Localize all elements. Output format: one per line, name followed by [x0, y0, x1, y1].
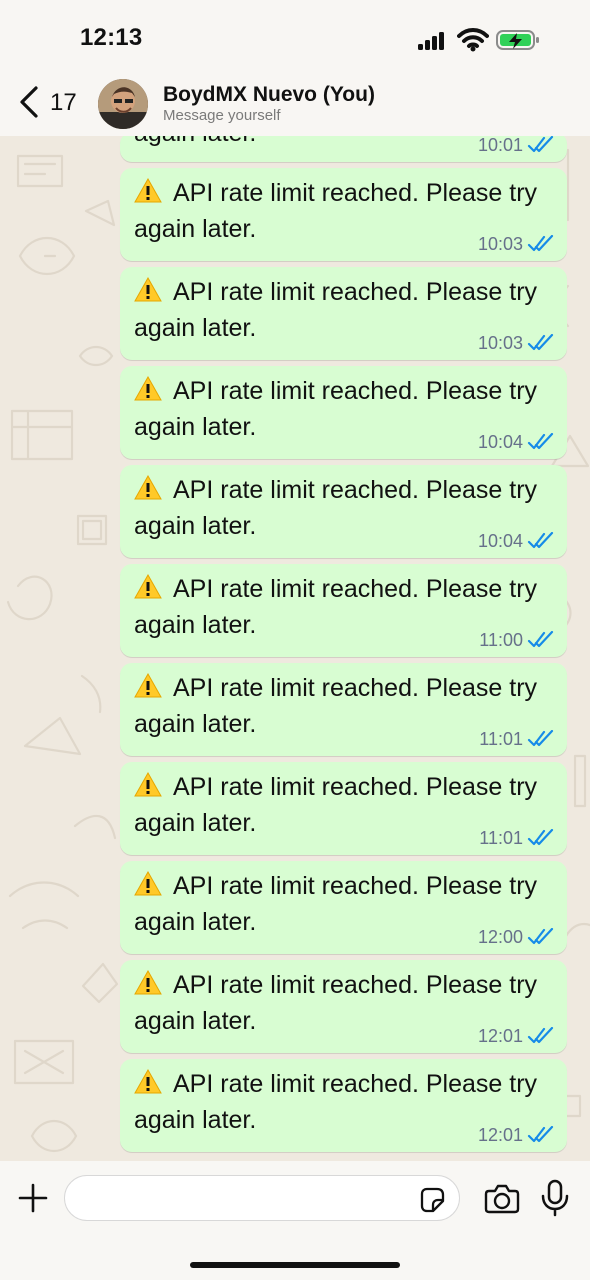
message-time: 11:00 [479, 629, 523, 650]
read-receipt-icon [527, 829, 554, 846]
status-time: 12:13 [80, 24, 143, 51]
read-receipt-icon [527, 928, 554, 945]
message-text-line-2: again later. [134, 611, 257, 639]
sticker-icon[interactable] [418, 1186, 446, 1214]
message-time: 10:01 [477, 136, 523, 155]
message-meta: 10:03 [478, 234, 555, 254]
microphone-icon[interactable] [540, 1179, 570, 1217]
back-chevron-icon[interactable] [14, 84, 44, 120]
message-bubble[interactable]: API rate limit reached. Please try again … [120, 366, 567, 459]
message-bubble[interactable]: API rate limit reached. Please try again … [120, 564, 567, 657]
battery-charging-icon [496, 30, 539, 50]
warning-icon [134, 178, 162, 203]
message-meta: 11:01 [479, 828, 555, 848]
message-time: 11:01 [479, 728, 523, 749]
message-meta: 10:04 [478, 531, 555, 551]
message-meta: 12:01 [478, 1026, 555, 1046]
message-bubble[interactable]: API rate limit reached. Please try again … [120, 663, 567, 756]
chat-area[interactable]: again later. 10:01 API rate limit reache… [0, 136, 590, 1161]
message-text-line-2: again later. [134, 908, 257, 936]
message-time: 10:04 [477, 431, 523, 452]
message-text-line-2: again later. [134, 512, 257, 540]
read-receipt-icon [527, 136, 554, 153]
message-time: 12:00 [477, 926, 523, 947]
message-text-line-2: again later. [134, 413, 257, 441]
read-receipt-icon [527, 235, 554, 252]
read-receipt-icon [527, 1027, 554, 1044]
message-bubble[interactable]: API rate limit reached. Please try again … [120, 960, 567, 1053]
home-indicator [190, 1262, 400, 1268]
message-meta: 11:01 [479, 729, 555, 749]
message-text-line-2: again later. [134, 215, 257, 243]
message-time: 10:03 [477, 332, 523, 353]
warning-icon [134, 475, 162, 500]
back-unread-count[interactable]: 17 [50, 89, 77, 117]
plus-icon[interactable] [18, 1183, 48, 1213]
camera-icon[interactable] [484, 1182, 520, 1214]
warning-icon [134, 673, 162, 698]
message-time: 12:01 [477, 1025, 523, 1046]
warning-icon [134, 970, 162, 995]
message-text-line-2: again later. [134, 710, 257, 738]
message-text-line-1: API rate limit reached. Please try [173, 1070, 538, 1098]
message-bubble[interactable]: API rate limit reached. Please try again … [120, 861, 567, 954]
message-text-line-1: API rate limit reached. Please try [173, 377, 538, 405]
message-text-line-1: API rate limit reached. Please try [173, 971, 538, 999]
message-text-line-2: again later. [134, 1007, 257, 1035]
message-meta: 12:01 [478, 1125, 555, 1145]
warning-icon [134, 1069, 162, 1094]
message-bubble[interactable]: API rate limit reached. Please try again … [120, 762, 567, 855]
message-text-line-2: again later. [134, 314, 257, 342]
warning-icon [134, 277, 162, 302]
read-receipt-icon [527, 1126, 554, 1143]
message-bubble-partial[interactable]: again later. 10:01 [120, 136, 567, 162]
message-text-line-1: API rate limit reached. Please try [173, 278, 538, 306]
top-bar: 12:13 17 BoydMX Nuevo (You) Message your… [0, 0, 590, 136]
message-meta: 10:03 [478, 333, 555, 353]
message-text-line-1: API rate limit reached. Please try [173, 179, 538, 207]
message-input[interactable] [64, 1175, 460, 1221]
read-receipt-icon [527, 631, 554, 648]
message-text-line-1: API rate limit reached. Please try [173, 773, 538, 801]
message-meta: 11:00 [479, 630, 555, 650]
read-receipt-icon [527, 433, 554, 450]
read-receipt-icon [527, 334, 554, 351]
message-time: 11:01 [479, 827, 523, 848]
message-text-line-1: API rate limit reached. Please try [173, 674, 538, 702]
message-bubble[interactable]: API rate limit reached. Please try again … [120, 1059, 567, 1152]
contact-subtitle: Message yourself [163, 107, 281, 124]
message-time: 10:03 [477, 233, 523, 254]
warning-icon [134, 376, 162, 401]
read-receipt-icon [527, 730, 554, 747]
message-text-line-1: API rate limit reached. Please try [173, 872, 538, 900]
message-text-line-1: API rate limit reached. Please try [173, 476, 538, 504]
message-meta: 10:04 [478, 432, 555, 452]
warning-icon [134, 871, 162, 896]
message-text-line-2: again later. [134, 809, 257, 837]
warning-icon [134, 772, 162, 797]
contact-name[interactable]: BoydMX Nuevo (You) [163, 83, 375, 107]
message-text-line-2: again later. [134, 1106, 257, 1134]
contact-avatar[interactable] [98, 79, 148, 129]
signal-icon [418, 30, 448, 50]
message-time: 10:04 [477, 530, 523, 551]
warning-icon [134, 574, 162, 599]
wifi-icon [457, 28, 489, 52]
message-text-line-1: API rate limit reached. Please try [173, 575, 538, 603]
message-bubble[interactable]: API rate limit reached. Please try again … [120, 168, 567, 261]
message-bubble[interactable]: API rate limit reached. Please try again … [120, 267, 567, 360]
read-receipt-icon [527, 532, 554, 549]
message-time: 12:01 [477, 1124, 523, 1145]
message-meta: 10:01 [478, 136, 555, 155]
message-meta: 12:00 [478, 927, 555, 947]
message-bubble[interactable]: API rate limit reached. Please try again … [120, 465, 567, 558]
